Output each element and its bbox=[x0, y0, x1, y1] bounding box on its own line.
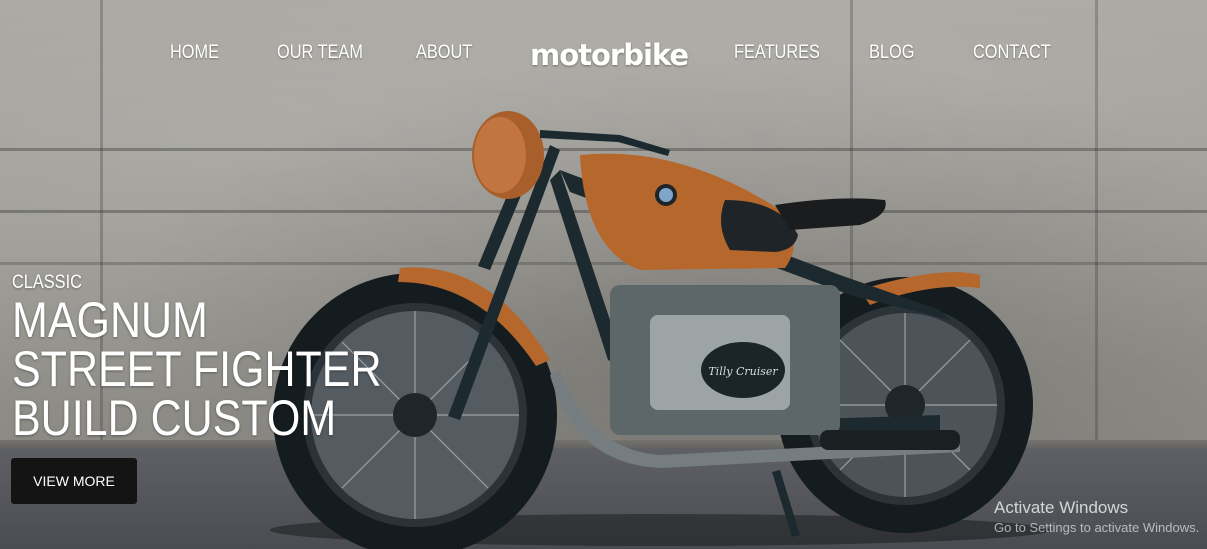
nav-features[interactable]: FEATURES bbox=[734, 42, 820, 64]
nav-about[interactable]: ABOUT bbox=[416, 42, 472, 64]
engine-badge: Tilly Cruiser bbox=[708, 365, 778, 378]
site-logo[interactable]: motorbike bbox=[530, 38, 689, 72]
windows-activation-watermark: Activate Windows Go to Settings to activ… bbox=[994, 498, 1199, 535]
nav-blog[interactable]: BLOG bbox=[869, 42, 914, 64]
hero-title-line-1: MAGNUM bbox=[12, 292, 208, 348]
watermark-title: Activate Windows bbox=[994, 498, 1129, 517]
nav-home[interactable]: HOME bbox=[170, 42, 219, 64]
main-nav: HOME OUR TEAM ABOUT motorbike FEATURES B… bbox=[0, 38, 1207, 72]
watermark-subtitle: Go to Settings to activate Windows. bbox=[994, 520, 1200, 535]
hero-text: CLASSIC MAGNUM STREET FIGHTER BUILD CUST… bbox=[12, 272, 442, 443]
nav-contact[interactable]: CONTACT bbox=[973, 42, 1051, 64]
hero-title-line-3: BUILD CUSTOM bbox=[12, 390, 337, 446]
hero-title-line-2: STREET FIGHTER bbox=[12, 341, 382, 397]
view-more-button[interactable]: VIEW MORE bbox=[11, 458, 137, 504]
nav-our-team[interactable]: OUR TEAM bbox=[277, 42, 363, 64]
hero-tag: CLASSIC bbox=[12, 272, 82, 293]
